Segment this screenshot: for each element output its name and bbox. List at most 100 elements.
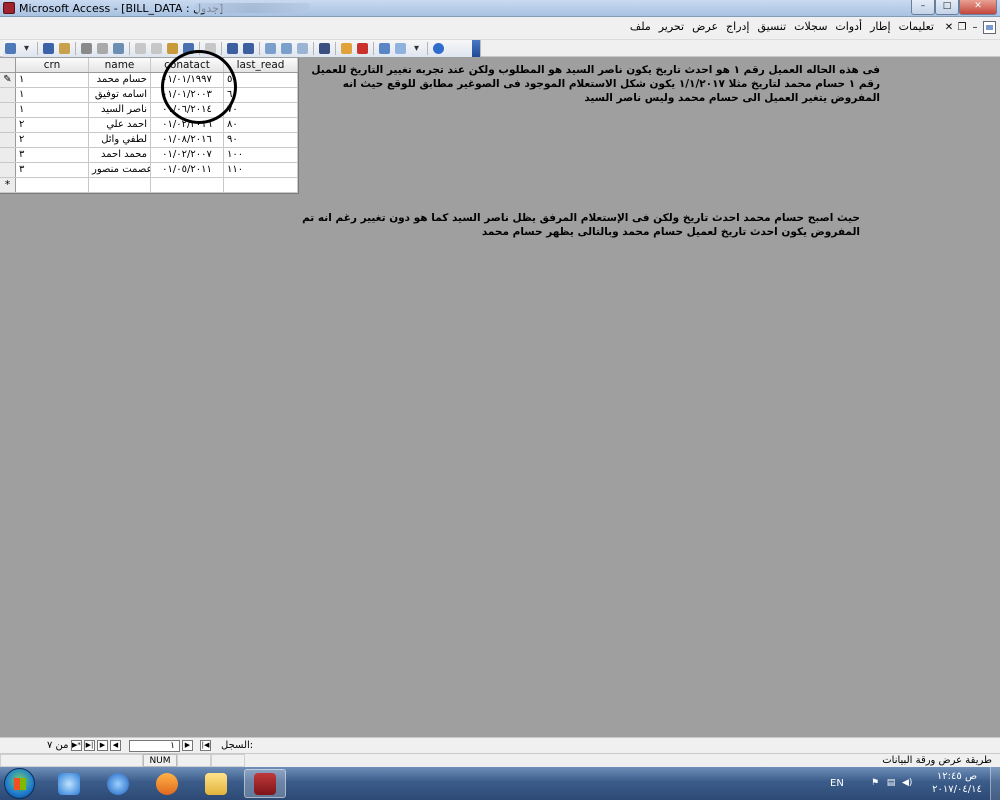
volume-icon[interactable]: ◀) xyxy=(902,778,912,788)
language-indicator[interactable]: EN xyxy=(830,778,844,789)
copy-icon[interactable] xyxy=(149,41,164,56)
select-all-corner[interactable] xyxy=(0,58,16,72)
dropdown-arrow-icon[interactable]: ▾ xyxy=(19,41,34,56)
internet-explorer-icon[interactable] xyxy=(97,769,139,798)
mdi-minimize-button[interactable]: – xyxy=(970,21,980,34)
cell-last-read[interactable]: ٧٠ xyxy=(224,103,298,117)
new-record-marker[interactable]: * xyxy=(0,178,16,192)
table-row[interactable]: ٣ عصمت منصور ٠١/٠٥/٢٠١١ ١١٠ xyxy=(0,163,298,178)
start-orb-icon[interactable] xyxy=(4,768,35,799)
new-record-row[interactable]: * xyxy=(0,178,298,193)
maximize-button[interactable]: □ xyxy=(935,0,959,15)
undo-icon[interactable] xyxy=(181,41,196,56)
cell-last-read[interactable]: ١٠٠ xyxy=(224,148,298,162)
first-record-button[interactable]: |◀ xyxy=(200,740,211,751)
nav-next-small-button[interactable]: ▶ xyxy=(182,740,193,751)
column-header-conatact[interactable]: conatact xyxy=(151,58,224,72)
folder-icon[interactable] xyxy=(195,769,237,798)
sort-descending-icon[interactable] xyxy=(241,41,256,56)
record-selector[interactable] xyxy=(0,103,16,117)
minimize-button[interactable]: – xyxy=(911,0,935,15)
cell-conatact[interactable]: ٠١/٠٨/٢٠١٦ xyxy=(151,133,224,147)
record-selector[interactable] xyxy=(0,118,16,132)
cell-name[interactable]: محمد احمد xyxy=(89,148,151,162)
menu-file[interactable]: ملف xyxy=(626,20,655,33)
table-row[interactable]: ٣ محمد احمد ٠١/٠٢/٢٠٠٧ ١٠٠ xyxy=(0,148,298,163)
dropdown-arrow-icon[interactable]: ▾ xyxy=(409,41,424,56)
column-header-crn[interactable]: crn xyxy=(16,58,89,72)
cell-crn-new[interactable] xyxy=(16,178,89,192)
last-record-button[interactable]: ▶| xyxy=(84,740,95,751)
print-icon[interactable] xyxy=(79,41,94,56)
new-object-icon[interactable] xyxy=(393,41,408,56)
table-row[interactable]: ✎ ١ حسام محمد ٠١/٠١/١٩٩٧ ٥٠ xyxy=(0,73,298,88)
print-preview-icon[interactable] xyxy=(95,41,110,56)
cell-crn[interactable]: ١ xyxy=(16,73,89,87)
cell-name[interactable]: عصمت منصور xyxy=(89,163,151,177)
record-selector[interactable] xyxy=(0,133,16,147)
column-header-last-read[interactable]: last_read xyxy=(224,58,298,72)
next-record-button[interactable]: ▶ xyxy=(97,740,108,751)
cell-conatact[interactable]: ٠١/٠٢/٢٠٠٧ xyxy=(151,148,224,162)
record-selector[interactable] xyxy=(0,148,16,162)
cell-name[interactable]: ناصر السيد xyxy=(89,103,151,117)
table-row[interactable]: ١ ناصر السيد ٠١/٠٦/٢٠١٤ ٧٠ xyxy=(0,103,298,118)
access-icon[interactable] xyxy=(3,2,15,14)
cell-last-read[interactable]: ١١٠ xyxy=(224,163,298,177)
new-record-nav-button[interactable]: ▶* xyxy=(71,740,82,751)
table-row[interactable]: ٢ لطفي وائل ٠١/٠٨/٢٠١٦ ٩٠ xyxy=(0,133,298,148)
media-player-icon[interactable] xyxy=(146,769,188,798)
cell-crn[interactable]: ١ xyxy=(16,103,89,117)
cell-last-read[interactable]: ٥٠ xyxy=(224,73,298,87)
new-record-icon[interactable] xyxy=(339,41,354,56)
cell-name[interactable]: حسام محمد xyxy=(89,73,151,87)
record-selector[interactable] xyxy=(0,163,16,177)
cell-last-read[interactable]: ٦٠ xyxy=(224,88,298,102)
record-selector[interactable] xyxy=(0,88,16,102)
hyperlink-icon[interactable] xyxy=(203,41,218,56)
paste-icon[interactable] xyxy=(165,41,180,56)
menu-window[interactable]: إطار xyxy=(866,20,894,33)
mdi-close-button[interactable]: ✕ xyxy=(944,21,954,34)
menu-records[interactable]: سجلات xyxy=(790,20,831,33)
access-taskbar-icon[interactable] xyxy=(244,769,286,798)
toolbar-options-icon[interactable] xyxy=(472,40,480,57)
close-button[interactable]: ✕ xyxy=(959,0,997,15)
find-icon[interactable] xyxy=(317,41,332,56)
cell-name-new[interactable] xyxy=(89,178,151,192)
cell-conatact[interactable]: ٠١/٠٥/٢٠١١ xyxy=(151,163,224,177)
table-row[interactable]: ١ اسامه توفيق ٠١/٠١/٢٠٠٣ ٦٠ xyxy=(0,88,298,103)
cell-conatact[interactable]: ٠١/٠١/٢٠٠٣ xyxy=(151,88,224,102)
prev-record-button[interactable]: ◀ xyxy=(110,740,121,751)
save-icon[interactable] xyxy=(41,41,56,56)
cell-name[interactable]: احمد علي xyxy=(89,118,151,132)
menu-help[interactable]: تعليمات xyxy=(895,20,938,33)
cell-name[interactable]: لطفي وائل xyxy=(89,133,151,147)
apply-filter-icon[interactable] xyxy=(295,41,310,56)
messenger-icon[interactable] xyxy=(48,769,90,798)
table-row[interactable]: ٢ احمد علي ٠١/٠٢/٢٠١٦ ٨٠ xyxy=(0,118,298,133)
cell-conatact[interactable]: ٠١/٠١/١٩٩٧ xyxy=(151,73,224,87)
column-header-name[interactable]: name xyxy=(89,58,151,72)
help-icon[interactable] xyxy=(431,41,446,56)
cell-crn[interactable]: ١ xyxy=(16,88,89,102)
cell-conatact-new[interactable] xyxy=(151,178,224,192)
cell-name[interactable]: اسامه توفيق xyxy=(89,88,151,102)
menu-view[interactable]: عرض xyxy=(688,20,722,33)
network-icon[interactable]: ▤ xyxy=(886,778,896,788)
record-selector[interactable]: ✎ xyxy=(0,73,16,87)
sort-ascending-icon[interactable] xyxy=(225,41,240,56)
cell-last-read-new[interactable] xyxy=(224,178,298,192)
clock[interactable]: ص ١٢:٤٥ ٢٠١٧/٠٤/١٤ xyxy=(922,770,992,796)
database-window-icon[interactable] xyxy=(377,41,392,56)
cell-crn[interactable]: ٢ xyxy=(16,133,89,147)
filter-by-form-icon[interactable] xyxy=(279,41,294,56)
table-document-icon[interactable] xyxy=(983,21,996,34)
cell-conatact[interactable]: ٠١/٠٢/٢٠١٦ xyxy=(151,118,224,132)
cell-last-read[interactable]: ٨٠ xyxy=(224,118,298,132)
cell-conatact[interactable]: ٠١/٠٦/٢٠١٤ xyxy=(151,103,224,117)
view-icon[interactable] xyxy=(3,41,18,56)
record-number-input[interactable]: ١ xyxy=(129,740,180,752)
cell-crn[interactable]: ٣ xyxy=(16,163,89,177)
delete-record-icon[interactable] xyxy=(355,41,370,56)
